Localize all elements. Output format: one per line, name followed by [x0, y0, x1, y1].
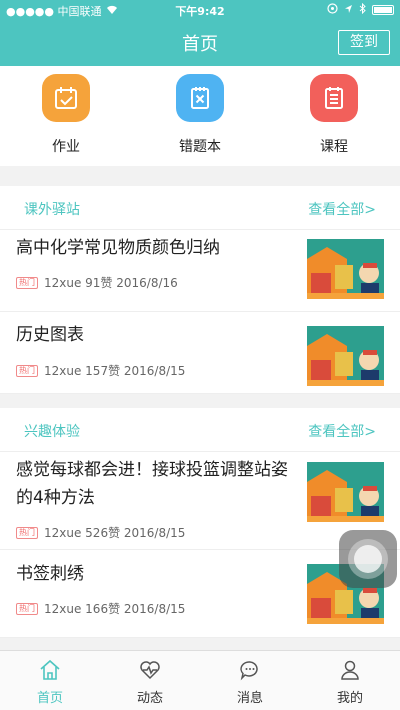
shortcut-label: 课程: [320, 139, 348, 155]
article-thumbnail: [307, 326, 384, 386]
chat-bubble-icon: [220, 659, 280, 681]
article-thumbnail: [307, 239, 384, 299]
section-title: 兴趣体验: [24, 424, 80, 440]
article-meta: 热门 12xue 166赞 2016/8/15: [16, 600, 185, 617]
home-icon: [20, 659, 80, 681]
article-title: 高中化学常见物质颜色归纳: [16, 238, 220, 258]
article-meta: 热门 12xue 526赞 2016/8/15: [16, 524, 185, 541]
hot-tag: 热门: [16, 602, 38, 615]
heartbeat-icon: [120, 659, 180, 681]
article-stats: 12xue 157赞 2016/8/15: [44, 364, 186, 378]
tab-bar: 首页 动态 消息 我的: [0, 650, 400, 710]
section-title: 课外驿站: [24, 202, 80, 218]
person-icon: [320, 659, 380, 681]
status-bar: ●●●●● 中国联通 下午9:42: [0, 0, 400, 20]
tab-label: 消息: [236, 691, 263, 706]
shortcut-mistake-book[interactable]: 错题本: [160, 74, 240, 156]
article-stats: 12xue 526赞 2016/8/15: [44, 526, 186, 540]
tab-label: 动态: [136, 691, 163, 706]
battery-icon: [372, 5, 394, 15]
article-item[interactable]: 感觉每球都会进！接球投篮调整站姿的4种方法 热门 12xue 526赞 2016…: [0, 452, 400, 550]
hot-tag: 热门: [16, 276, 38, 289]
article-title: 感觉每球都会进！接球投篮调整站姿的4种方法: [16, 460, 288, 508]
shortcut-row: 作业 错题本 课程: [0, 66, 400, 166]
article-thumbnail: [307, 462, 384, 522]
article-title: 书签刺绣: [16, 564, 84, 584]
article-item[interactable]: 历史图表 热门 12xue 157赞 2016/8/15: [0, 312, 400, 394]
list-document-icon: [310, 74, 358, 122]
view-all-link[interactable]: 查看全部>: [308, 421, 376, 441]
section-header-extracurricular: 课外驿站 查看全部>: [0, 186, 400, 230]
shortcut-label: 错题本: [179, 139, 221, 155]
tab-label: 我的: [336, 691, 363, 706]
tab-profile[interactable]: 我的: [320, 659, 380, 706]
notebook-x-icon: [176, 74, 224, 122]
assistive-touch-button[interactable]: [339, 530, 397, 588]
tab-messages[interactable]: 消息: [220, 659, 280, 706]
shortcut-homework[interactable]: 作业: [26, 74, 106, 156]
article-item[interactable]: 高中化学常见物质颜色归纳 热门 12xue 91赞 2016/8/16: [0, 230, 400, 312]
article-meta: 热门 12xue 157赞 2016/8/15: [16, 362, 185, 379]
section-header-interest: 兴趣体验 查看全部>: [0, 408, 400, 452]
view-all-link[interactable]: 查看全部>: [308, 199, 376, 219]
shortcut-label: 作业: [52, 139, 80, 155]
article-stats: 12xue 166赞 2016/8/15: [44, 602, 186, 616]
article-meta: 热门 12xue 91赞 2016/8/16: [16, 274, 178, 291]
tab-home[interactable]: 首页: [20, 659, 80, 706]
bluetooth-icon: [359, 2, 366, 17]
checkin-button[interactable]: 签到: [338, 30, 390, 55]
shortcut-courses[interactable]: 课程: [294, 74, 374, 156]
calendar-check-icon: [42, 74, 90, 122]
hot-tag: 热门: [16, 526, 38, 539]
lock-rotation-icon: [327, 3, 338, 17]
top-bar: ●●●●● 中国联通 下午9:42 首页 签到: [0, 0, 400, 66]
article-title: 历史图表: [16, 325, 84, 345]
tab-activity[interactable]: 动态: [120, 659, 180, 706]
tab-label: 首页: [36, 691, 63, 706]
article-stats: 12xue 91赞 2016/8/16: [44, 276, 178, 290]
location-icon: [344, 4, 353, 17]
hot-tag: 热门: [16, 364, 38, 377]
